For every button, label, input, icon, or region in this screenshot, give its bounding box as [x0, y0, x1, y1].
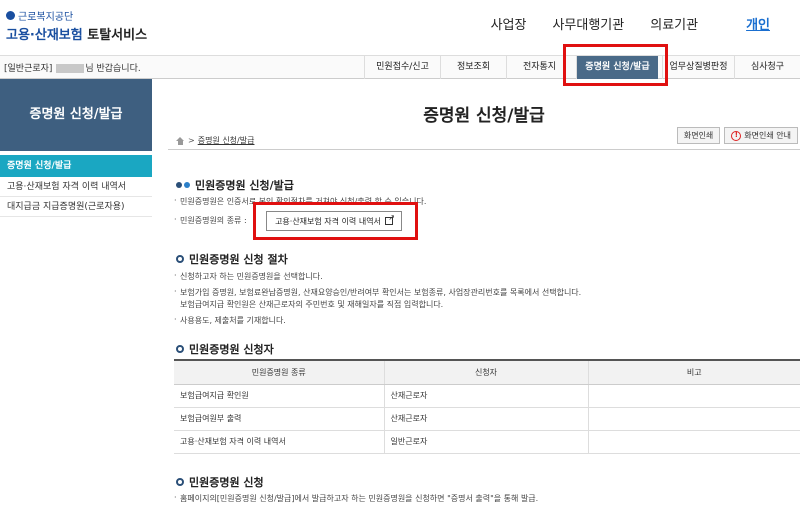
ring-bullet-icon	[176, 345, 184, 353]
logo[interactable]: 근로복지공단 고용·산재보험 토탈서비스	[6, 8, 147, 43]
section-title-3: 민원증명원 신청자	[176, 341, 274, 357]
menu-info[interactable]: 정보조회	[440, 56, 506, 79]
sec2-line2: 보험가입 증명원, 보험료완납증명원, 산재요양승인/반려여부 확인서는 보험종…	[174, 287, 581, 298]
table-cell: 보험급여지급 확인원	[174, 384, 384, 408]
page-title: 증명원 신청/발급	[423, 106, 545, 126]
home-icon[interactable]	[176, 136, 185, 145]
menu-complaint[interactable]: 민원접수/신고	[364, 56, 440, 79]
greeting-prefix: [일반근로자]	[4, 64, 53, 74]
print-buttons: 화면인쇄 ! 화면인쇄 안내	[676, 127, 798, 144]
table-cell: 고용·산재보험 자격 이력 내역서	[174, 430, 384, 454]
sidebar-title: 증명원 신청/발급	[0, 79, 152, 151]
section-title-2: 민원증명원 신청 절차	[176, 251, 288, 267]
top-nav: 사업장 사무대행기관 의료기관 개인	[465, 14, 770, 33]
divider	[168, 149, 800, 150]
greeting: [일반근로자] 님 반갑습니다.	[4, 61, 141, 74]
table-header: 신청자	[383, 359, 588, 385]
table-cell	[587, 384, 800, 408]
section-title-4: 민원증명원 신청	[176, 474, 264, 490]
table-header: 비고	[587, 359, 800, 385]
table-cell: 산재근로자	[383, 384, 588, 408]
sidebar: 증명원 신청/발급 증명원 신청/발급 고용·산재보험 자격 이력 내역서 대지…	[0, 79, 152, 217]
logo-service-suffix: 토탈서비스	[87, 28, 148, 43]
masked-name	[56, 64, 85, 73]
sec2-line4: 사용용도, 제출처를 기재합니다.	[174, 315, 286, 326]
sidebar-item-certificate[interactable]: 증명원 신청/발급	[0, 155, 152, 177]
nav-personal[interactable]: 개인	[746, 14, 770, 33]
highlight-menu-box	[563, 44, 668, 86]
breadcrumb-current[interactable]: 증명원 신청/발급	[198, 135, 255, 146]
greeting-suffix: 님 반갑습니다.	[85, 64, 141, 74]
table-header: 민원증명원 종류	[174, 359, 384, 385]
logo-service: 고용·산재보험	[6, 28, 83, 43]
ring-bullet-icon	[176, 255, 184, 263]
menu-disease[interactable]: 업무상질병판정	[662, 56, 734, 79]
highlight-history-box	[253, 202, 418, 240]
section-title-1: 민원증명원 신청/발급	[176, 177, 294, 193]
sec1-line2: 민원증명원의 종류 :	[174, 215, 247, 226]
ring-bullet-icon	[176, 478, 184, 486]
bullet-dots-icon	[176, 182, 190, 188]
logo-org: 근로복지공단	[18, 12, 74, 23]
table-cell	[587, 430, 800, 454]
table-row: 보험급여지급 확인원 산재근로자	[174, 384, 800, 408]
table-cell	[587, 407, 800, 431]
sub-bar: [일반근로자] 님 반갑습니다. 민원접수/신고 정보조회 전자통지 증명원 신…	[0, 55, 800, 79]
nav-agency[interactable]: 사무대행기관	[552, 14, 624, 33]
sidebar-item-payment[interactable]: 대지급금 지급증명원(근로자용)	[0, 197, 152, 217]
sec2-line1: 신청하고자 하는 민원증명원을 선택합니다.	[174, 271, 323, 282]
logo-mark-icon	[6, 11, 15, 20]
table-row: 보험급여원부 출력 산재근로자	[174, 407, 800, 431]
table-cell: 산재근로자	[383, 407, 588, 431]
warning-icon: !	[731, 130, 742, 141]
applicant-table: 민원증명원 종류 신청자 비고 보험급여지급 확인원 산재근로자 보험급여원부 …	[174, 359, 800, 454]
sec4-line1: 홈페이지의[민원증명원 신청/발급]에서 발급하고자 하는 민원증명원을 신청하…	[174, 493, 538, 504]
print-guide-button[interactable]: ! 화면인쇄 안내	[724, 127, 798, 144]
header: 근로복지공단 고용·산재보험 토탈서비스 사업장 사무대행기관 의료기관 개인	[0, 0, 800, 55]
table-cell: 보험급여원부 출력	[174, 407, 384, 431]
breadcrumb: > 증명원 신청/발급	[176, 135, 254, 146]
table-row: 고용·산재보험 자격 이력 내역서 일반근로자	[174, 430, 800, 454]
sidebar-item-history[interactable]: 고용·산재보험 자격 이력 내역서	[0, 177, 152, 197]
nav-business[interactable]: 사업장	[491, 14, 527, 33]
menu-appeal[interactable]: 심사청구	[734, 56, 800, 79]
nav-medical[interactable]: 의료기관	[650, 14, 698, 33]
print-button[interactable]: 화면인쇄	[676, 127, 721, 144]
table-cell: 일반근로자	[383, 430, 588, 454]
sec2-line3: 보험급여지급 확인원은 산재근로자의 주민번호 및 재해일자를 직접 입력합니다…	[180, 300, 444, 309]
